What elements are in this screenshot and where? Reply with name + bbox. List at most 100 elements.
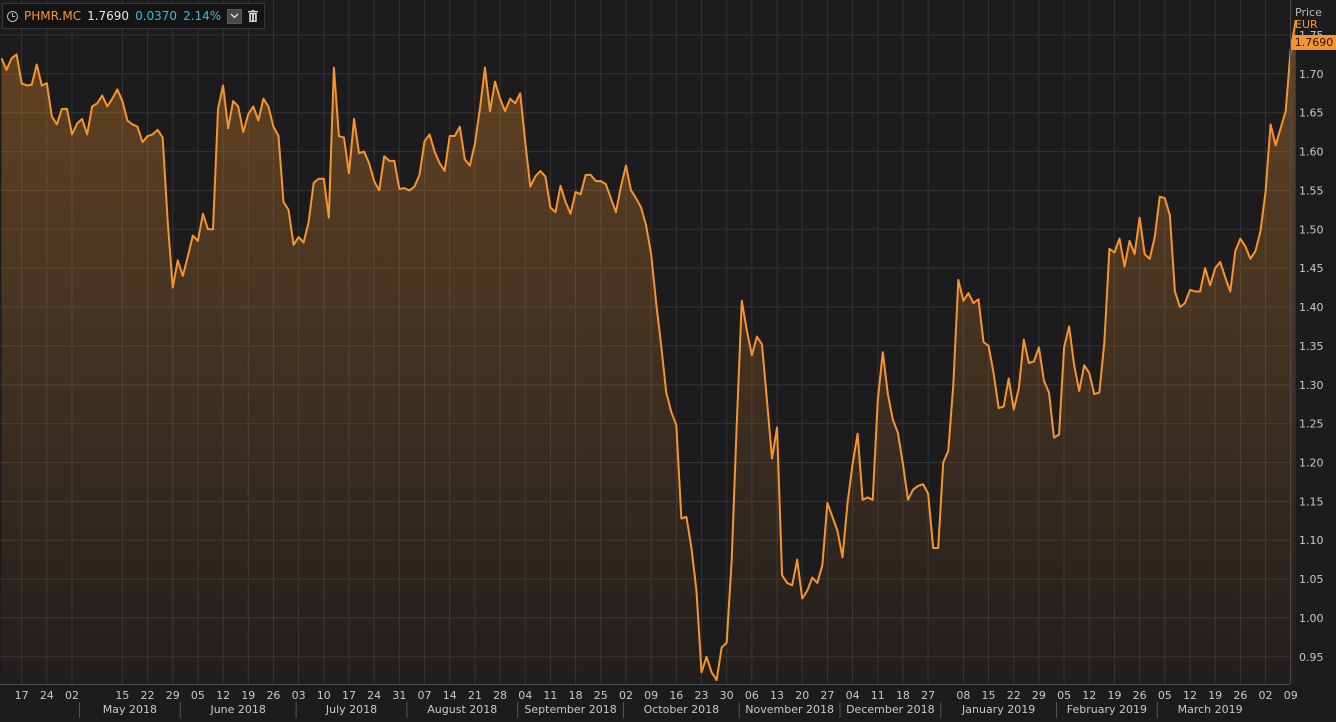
price-point bbox=[212, 229, 214, 231]
price-point bbox=[439, 162, 441, 164]
price-point bbox=[348, 173, 350, 175]
price-point bbox=[132, 124, 134, 126]
price-point bbox=[822, 564, 824, 566]
price-point bbox=[686, 516, 688, 518]
price-point bbox=[575, 191, 577, 193]
price-point bbox=[91, 106, 93, 108]
price-point bbox=[358, 152, 360, 154]
price-point bbox=[222, 85, 224, 87]
price-point bbox=[303, 242, 305, 244]
price-point bbox=[756, 336, 758, 338]
price-point bbox=[1073, 365, 1075, 367]
price-point bbox=[1159, 196, 1161, 198]
instrument-legend[interactable]: PHMR.MC 1.7690 0.0370 2.14% bbox=[2, 3, 266, 29]
price-point bbox=[268, 106, 270, 108]
price-point bbox=[1280, 127, 1282, 129]
x-tick-label: 17 bbox=[342, 689, 356, 702]
price-point bbox=[509, 98, 511, 100]
price-point bbox=[721, 647, 723, 649]
price-point bbox=[1048, 392, 1050, 394]
price-point bbox=[645, 225, 647, 227]
price-point bbox=[993, 372, 995, 374]
price-point bbox=[610, 197, 612, 199]
x-tick-label: 25 bbox=[594, 689, 608, 702]
month-label: May 2018 bbox=[103, 703, 157, 716]
price-point bbox=[852, 463, 854, 465]
price-point bbox=[162, 137, 164, 139]
price-point bbox=[323, 178, 325, 180]
price-point bbox=[1, 58, 3, 60]
price-point bbox=[202, 213, 204, 215]
month-label: December 2018 bbox=[846, 703, 935, 716]
x-tick-label: 15 bbox=[115, 689, 129, 702]
price-point bbox=[716, 679, 718, 681]
price-point bbox=[731, 559, 733, 561]
chart-canvas[interactable]: 0.95 1.00 1.05 1.10 1.15 1.20 1.25 1.30 1.35 1.40… bbox=[0, 0, 1336, 718]
price-point bbox=[978, 298, 980, 300]
price-point bbox=[1043, 380, 1045, 382]
price-point bbox=[766, 400, 768, 402]
price-point bbox=[524, 141, 526, 143]
price-point bbox=[817, 582, 819, 584]
y-tick-label: 1.30 bbox=[1299, 379, 1324, 392]
price-point bbox=[660, 345, 662, 347]
x-tick-label: 12 bbox=[1183, 689, 1197, 702]
price-chart[interactable]: 0.95 1.00 1.05 1.10 1.15 1.20 1.25 1.30 1.35 1.40… bbox=[0, 0, 1336, 718]
x-tick-label: 08 bbox=[956, 689, 970, 702]
price-point bbox=[1214, 267, 1216, 269]
price-axis-currency: EUR bbox=[1295, 18, 1318, 31]
price-point bbox=[736, 423, 738, 425]
price-point bbox=[600, 180, 602, 182]
price-point bbox=[1174, 291, 1176, 293]
price-point bbox=[514, 103, 516, 105]
price-point bbox=[227, 127, 229, 129]
price-point bbox=[796, 559, 798, 561]
price-point bbox=[484, 67, 486, 69]
price-point bbox=[529, 186, 531, 188]
price-point bbox=[1018, 388, 1020, 390]
trash-icon[interactable] bbox=[248, 10, 259, 22]
price-point bbox=[832, 516, 834, 518]
y-tick-label: 0.95 bbox=[1299, 651, 1324, 664]
price-point bbox=[469, 165, 471, 167]
price-point bbox=[1265, 191, 1267, 193]
price-point bbox=[147, 135, 149, 137]
price-point bbox=[81, 118, 83, 120]
x-tick-label: 11 bbox=[543, 689, 557, 702]
price-point bbox=[1164, 197, 1166, 199]
price-point bbox=[1275, 145, 1277, 147]
x-tick-label: 19 bbox=[1208, 689, 1222, 702]
price-point bbox=[1204, 267, 1206, 269]
y-tick-label: 1.00 bbox=[1299, 612, 1324, 625]
price-point bbox=[414, 186, 416, 188]
price-point bbox=[504, 110, 506, 112]
price-point bbox=[71, 134, 73, 136]
y-tick-label: 1.45 bbox=[1299, 262, 1324, 275]
price-point bbox=[459, 126, 461, 128]
price-point bbox=[26, 85, 28, 87]
price-point bbox=[741, 300, 743, 302]
chevron-down-icon[interactable] bbox=[227, 8, 243, 24]
price-point bbox=[242, 131, 244, 133]
price-point bbox=[31, 84, 33, 86]
price-point bbox=[676, 424, 678, 426]
month-label: August 2018 bbox=[427, 703, 497, 716]
clock-icon[interactable] bbox=[7, 10, 18, 22]
price-point bbox=[46, 82, 48, 84]
price-point bbox=[247, 113, 249, 115]
month-label: March 2019 bbox=[1178, 703, 1243, 716]
price-axis-header: Price EUR bbox=[1295, 7, 1322, 31]
instrument-code[interactable]: PHMR.MC bbox=[24, 9, 81, 23]
x-tick-label: 03 bbox=[292, 689, 306, 702]
price-point bbox=[1209, 284, 1211, 286]
price-point bbox=[36, 64, 38, 66]
y-tick-label: 1.05 bbox=[1299, 573, 1324, 586]
price-point bbox=[771, 458, 773, 460]
month-label: November 2018 bbox=[745, 703, 834, 716]
x-tick-label: 04 bbox=[846, 689, 860, 702]
price-point bbox=[11, 58, 13, 60]
net-change: 0.0370 bbox=[135, 9, 178, 23]
price-point bbox=[801, 598, 803, 600]
price-point bbox=[197, 240, 199, 242]
price-point bbox=[776, 427, 778, 429]
